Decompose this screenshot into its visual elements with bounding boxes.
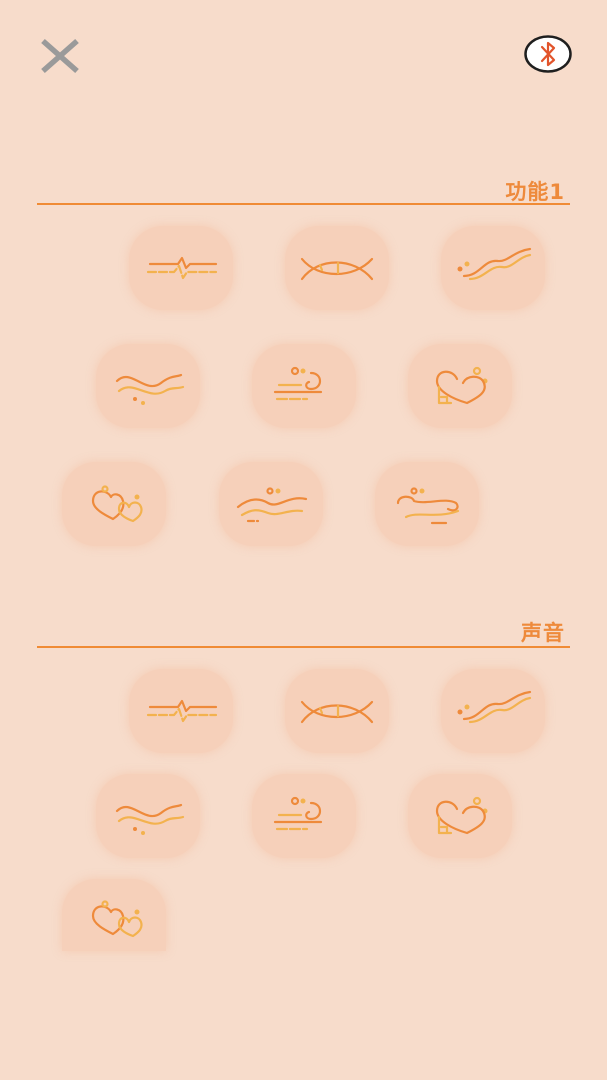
wind-swirl-icon (273, 796, 323, 831)
mode-button-mountain-waves[interactable] (219, 462, 323, 546)
section-title-sound: 声音 (521, 621, 565, 645)
pulse-line-icon (146, 699, 218, 723)
sound-mode-button-wind-swirl[interactable] (252, 774, 356, 858)
double-wave-icon (457, 247, 532, 281)
mode-button-double-wave[interactable] (441, 226, 545, 310)
section-divider (37, 203, 570, 205)
double-wave-icon (457, 690, 532, 724)
ripple-waves-icon (115, 803, 185, 835)
mode-button-double-heart[interactable] (62, 462, 166, 546)
mode-button-ripple-waves[interactable] (96, 344, 200, 428)
close-x-icon (41, 38, 79, 74)
cloud-heart-icon (435, 796, 488, 835)
crossed-waves-icon (300, 257, 374, 281)
ripple-waves-icon (115, 373, 185, 405)
double-heart-icon (91, 900, 143, 938)
wind-swirl-icon (273, 366, 323, 401)
close-button[interactable] (36, 36, 84, 76)
section-divider (37, 646, 570, 648)
mountain-waves-icon (236, 487, 308, 523)
mode-select-screen: 功能1 声音 (0, 0, 607, 1080)
mode-button-cloud-heart[interactable] (408, 344, 512, 428)
double-heart-icon (91, 485, 143, 523)
sound-mode-button-crossed-waves[interactable] (285, 669, 389, 753)
cloud-heart-icon (435, 366, 488, 405)
sound-mode-button-double-heart[interactable] (62, 879, 166, 951)
bluetooth-button[interactable] (523, 33, 573, 75)
pulse-line-icon (146, 256, 218, 280)
mode-button-cloud-stream[interactable] (375, 462, 479, 546)
crossed-waves-icon (300, 700, 374, 724)
cloud-stream-icon (396, 487, 460, 525)
sound-mode-button-double-wave[interactable] (441, 669, 545, 753)
section-title-function1: 功能1 (505, 180, 565, 204)
bluetooth-icon (524, 35, 572, 73)
mode-button-wind-swirl[interactable] (252, 344, 356, 428)
sound-mode-button-pulse-line[interactable] (129, 669, 233, 753)
mode-button-crossed-waves[interactable] (285, 226, 389, 310)
sound-mode-button-ripple-waves[interactable] (96, 774, 200, 858)
sound-mode-button-cloud-heart[interactable] (408, 774, 512, 858)
mode-button-pulse-line[interactable] (129, 226, 233, 310)
